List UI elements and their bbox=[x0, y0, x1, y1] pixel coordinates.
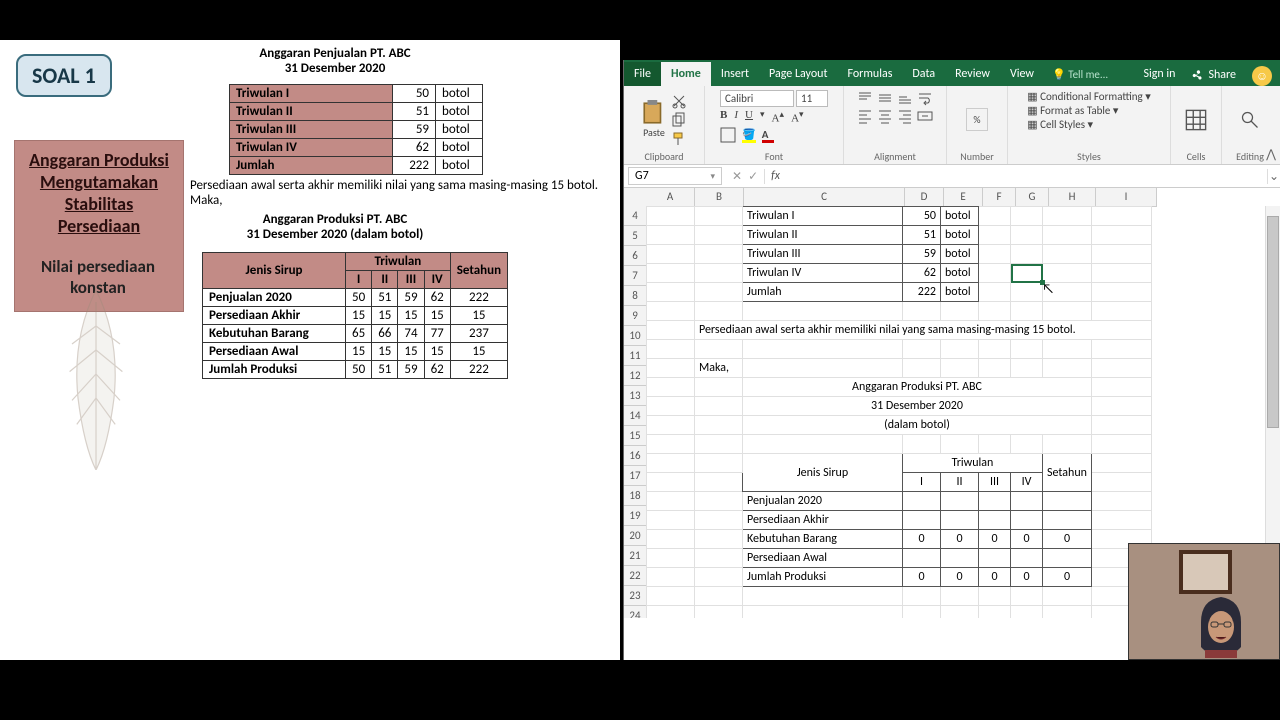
align-bottom-icon[interactable] bbox=[897, 90, 913, 106]
sales-table: Triwulan I50botol Triwulan II51botol Tri… bbox=[229, 84, 483, 175]
prod-box-line: Stabilitas bbox=[15, 193, 183, 215]
fill-color-button[interactable]: 🪣 bbox=[742, 128, 756, 141]
feedback-smile-icon[interactable]: ☺ bbox=[1252, 66, 1272, 86]
decrease-font-icon[interactable]: A▾ bbox=[791, 109, 804, 125]
column-headers[interactable]: ABCDEFGHI bbox=[646, 188, 1157, 207]
collapse-ribbon-icon[interactable]: ⋀ bbox=[1266, 147, 1276, 162]
cut-icon[interactable] bbox=[671, 93, 687, 109]
font-color-button[interactable]: A bbox=[762, 128, 769, 141]
row-headers[interactable]: 45678910111213141516171819202122232425 bbox=[624, 206, 647, 618]
expand-formula-bar-icon[interactable]: ⌄ bbox=[1267, 169, 1280, 184]
format-as-table-button[interactable]: ▦ Format as Table ▾ bbox=[1027, 104, 1118, 117]
formula-input[interactable] bbox=[786, 168, 1267, 185]
tell-me-search[interactable]: 💡 Tell me... bbox=[1044, 63, 1135, 86]
align-center-icon[interactable] bbox=[877, 108, 893, 124]
cells-group: Cells bbox=[1171, 86, 1222, 164]
cells-icon[interactable] bbox=[1185, 109, 1207, 131]
font-name-select[interactable]: Calibri bbox=[720, 90, 794, 107]
alignment-group: Alignment bbox=[844, 86, 947, 164]
merge-center-icon[interactable] bbox=[917, 108, 933, 124]
font-group: Calibri 11 B I U ▾ A▴ A▾ 🪣 A bbox=[705, 86, 844, 164]
select-all-corner[interactable] bbox=[624, 188, 647, 207]
tab-insert[interactable]: Insert bbox=[711, 62, 759, 86]
prod-box-line: Anggaran Produksi bbox=[15, 149, 183, 171]
increase-font-icon[interactable]: A▴ bbox=[772, 109, 785, 125]
share-button[interactable]: Share bbox=[1183, 64, 1244, 86]
tab-review[interactable]: Review bbox=[945, 62, 1000, 86]
feather-decoration bbox=[36, 290, 156, 470]
bold-button[interactable]: B bbox=[720, 109, 727, 125]
paste-button[interactable]: Paste bbox=[641, 100, 667, 139]
tab-data[interactable]: Data bbox=[902, 62, 945, 86]
align-top-icon[interactable] bbox=[857, 90, 873, 106]
cell-styles-button[interactable]: ▦ Cell Styles ▾ bbox=[1027, 118, 1093, 131]
align-right-icon[interactable] bbox=[897, 108, 913, 124]
tab-page-layout[interactable]: Page Layout bbox=[759, 62, 837, 86]
production-table: Jenis Sirup Triwulan Setahun IIIIIIIV Pe… bbox=[202, 252, 508, 379]
wrap-text-icon[interactable] bbox=[917, 90, 933, 106]
format-painter-icon[interactable] bbox=[671, 131, 687, 147]
fx-icon[interactable]: fx bbox=[765, 169, 786, 183]
tab-formulas[interactable]: Formulas bbox=[837, 62, 902, 86]
share-icon bbox=[1191, 69, 1204, 82]
name-box[interactable]: G7▾ bbox=[628, 167, 722, 185]
presenter-face bbox=[1191, 592, 1251, 658]
prod-box-line: Persediaan bbox=[15, 215, 183, 237]
underline-button[interactable]: U bbox=[745, 109, 753, 125]
cancel-formula-icon[interactable]: ✕ bbox=[732, 169, 742, 184]
ribbon-tabs: File Home Insert Page Layout Formulas Da… bbox=[624, 60, 1280, 86]
production-budget-title: Anggaran Produksi PT. ABC 31 Desember 20… bbox=[190, 212, 480, 242]
prod-box-line: Mengutamakan bbox=[15, 171, 183, 193]
align-left-icon[interactable] bbox=[857, 108, 873, 124]
soal-badge: SOAL 1 bbox=[16, 54, 112, 97]
formula-bar: G7▾ ✕ ✓ fx ⌄ bbox=[624, 165, 1280, 188]
number-format-button[interactable]: % bbox=[966, 108, 987, 131]
tab-view[interactable]: View bbox=[1000, 62, 1044, 86]
align-middle-icon[interactable] bbox=[877, 90, 893, 106]
copy-icon[interactable] bbox=[671, 112, 687, 128]
webcam-overlay bbox=[1128, 543, 1280, 660]
find-icon[interactable] bbox=[1240, 110, 1260, 130]
italic-button[interactable]: I bbox=[734, 109, 738, 125]
tab-file[interactable]: File bbox=[624, 62, 661, 86]
clipboard-icon bbox=[641, 100, 667, 126]
cells-table[interactable]: Triwulan I50botolTriwulan II51botolTriwu… bbox=[646, 206, 1152, 618]
presentation-slide: SOAL 1 Anggaran Produksi Mengutamakan St… bbox=[0, 40, 620, 660]
number-group: % Number bbox=[947, 86, 1008, 164]
slide-paragraph: Persediaan awal serta akhir memiliki nil… bbox=[190, 178, 618, 208]
ribbon: Paste Clipboard Calibri 11 bbox=[624, 86, 1280, 165]
sales-budget-title: Anggaran Penjualan PT. ABC 31 Desember 2… bbox=[190, 46, 480, 76]
scrollbar-thumb[interactable] bbox=[1267, 216, 1279, 428]
styles-group: ▦ Conditional Formatting ▾ ▦ Format as T… bbox=[1008, 86, 1171, 164]
enter-formula-icon[interactable]: ✓ bbox=[748, 169, 758, 184]
clipboard-group: Paste Clipboard bbox=[624, 86, 705, 164]
font-size-select[interactable]: 11 bbox=[796, 90, 828, 107]
conditional-formatting-button[interactable]: ▦ Conditional Formatting ▾ bbox=[1027, 90, 1151, 103]
tab-home[interactable]: Home bbox=[661, 62, 711, 86]
sign-in-link[interactable]: Sign in bbox=[1135, 62, 1183, 86]
borders-icon[interactable] bbox=[720, 127, 736, 143]
